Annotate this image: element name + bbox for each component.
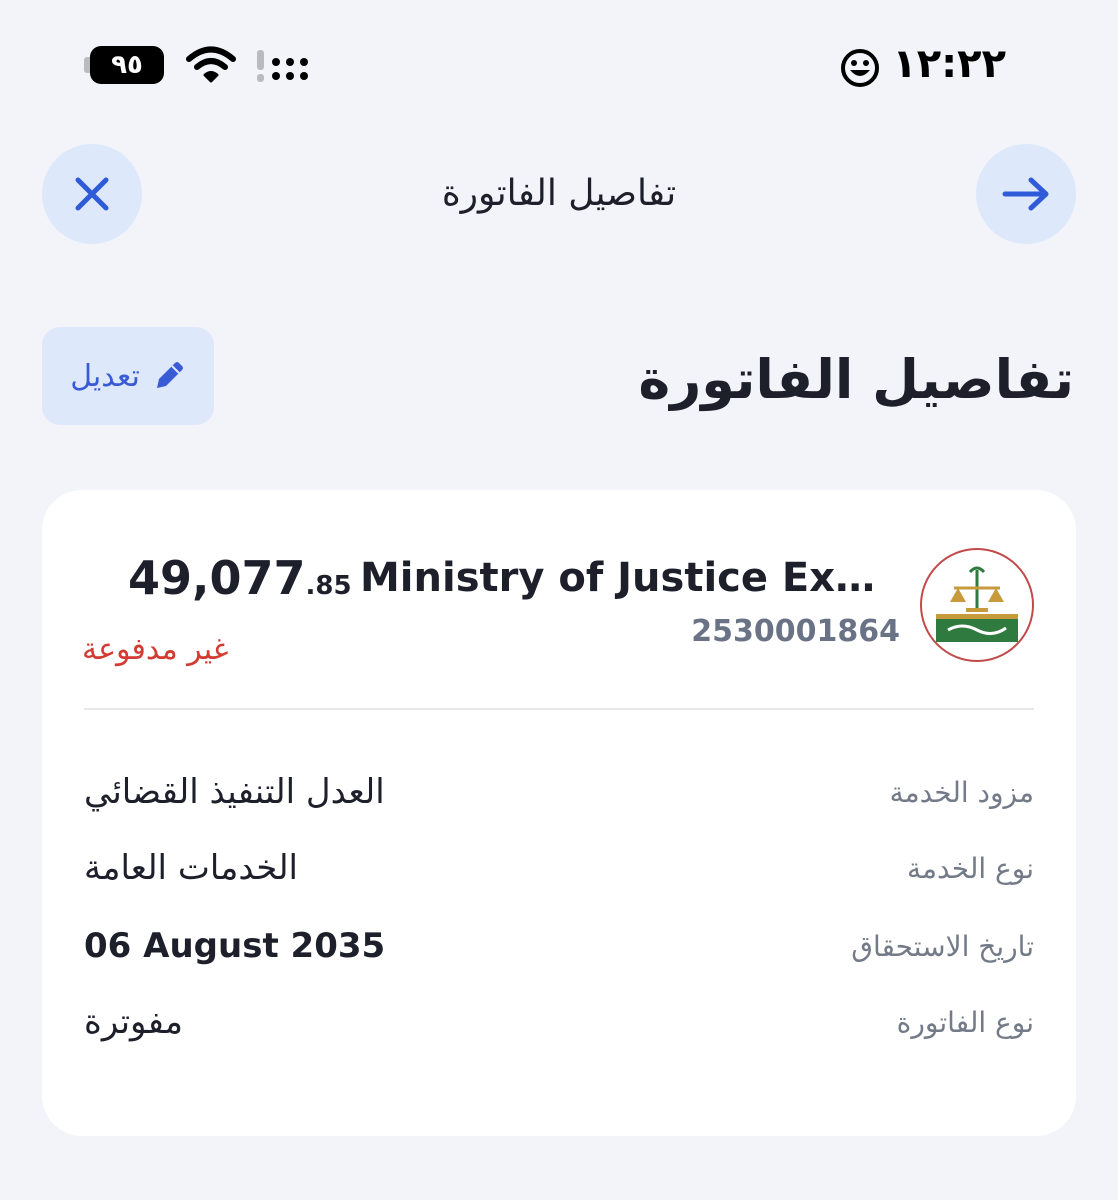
detail-label: مزود الخدمة — [889, 775, 1034, 809]
signal-icon — [257, 50, 308, 82]
detail-row-service-provider: العدل التنفيذ القضائي مزود الخدمة — [84, 762, 1034, 822]
detail-value: العدل التنفيذ القضائي — [84, 772, 385, 812]
close-button[interactable] — [42, 144, 142, 244]
detail-value: الخدمات العامة — [84, 848, 298, 888]
detail-label: نوع الفاتورة — [896, 1005, 1034, 1039]
bill-card[interactable]: Ministry of Justice Exec… 2530001864 49,… — [42, 490, 1076, 1136]
card-divider — [84, 708, 1034, 710]
nav-title: تفاصيل الفاتورة — [441, 173, 677, 214]
detail-row-due-date: 06 August 2035 تاريخ الاستحقاق — [84, 916, 1034, 976]
battery-level: ٩٥ — [90, 46, 164, 84]
detail-label: نوع الخدمة — [907, 851, 1034, 885]
ministry-logo-icon — [936, 566, 1018, 642]
detail-value: مفوترة — [84, 1002, 184, 1042]
edit-button[interactable]: تعديل — [42, 327, 214, 425]
payment-status-badge: غير مدفوعة — [82, 632, 229, 667]
status-bar: ٩٥ ١٢:٢٢ — [0, 0, 1118, 130]
detail-label: تاريخ الاستحقاق — [851, 929, 1034, 963]
smiley-icon — [841, 49, 879, 87]
detail-value: 06 August 2035 — [84, 926, 386, 966]
edit-label: تعديل — [70, 358, 140, 394]
arrow-right-icon — [1002, 177, 1049, 211]
amount-decimal: .85 — [305, 571, 352, 601]
back-button[interactable] — [976, 144, 1076, 244]
page-title: تفاصيل الفاتورة — [638, 348, 1074, 411]
detail-row-service-type: الخدمات العامة نوع الخدمة — [84, 838, 1034, 898]
bill-details-screen: ٩٥ ١٢:٢٢ تفاصيل الفاتورة تعديل تفاصيل ال… — [0, 0, 1118, 1200]
battery-indicator: ٩٥ — [84, 46, 166, 84]
ministry-of-justice-logo — [920, 548, 1034, 662]
wifi-icon — [186, 46, 236, 83]
detail-row-bill-type: مفوترة نوع الفاتورة — [84, 992, 1034, 1052]
amount-integer: 49,077 — [128, 551, 306, 605]
bill-number: 2530001864 — [691, 614, 900, 649]
clock: ١٢:٢٢ — [892, 41, 1006, 87]
provider-name: Ministry of Justice Exec… — [360, 555, 900, 601]
close-icon — [75, 177, 109, 211]
bill-amount: 49,077.85 — [128, 548, 352, 608]
pencil-icon — [156, 362, 183, 388]
